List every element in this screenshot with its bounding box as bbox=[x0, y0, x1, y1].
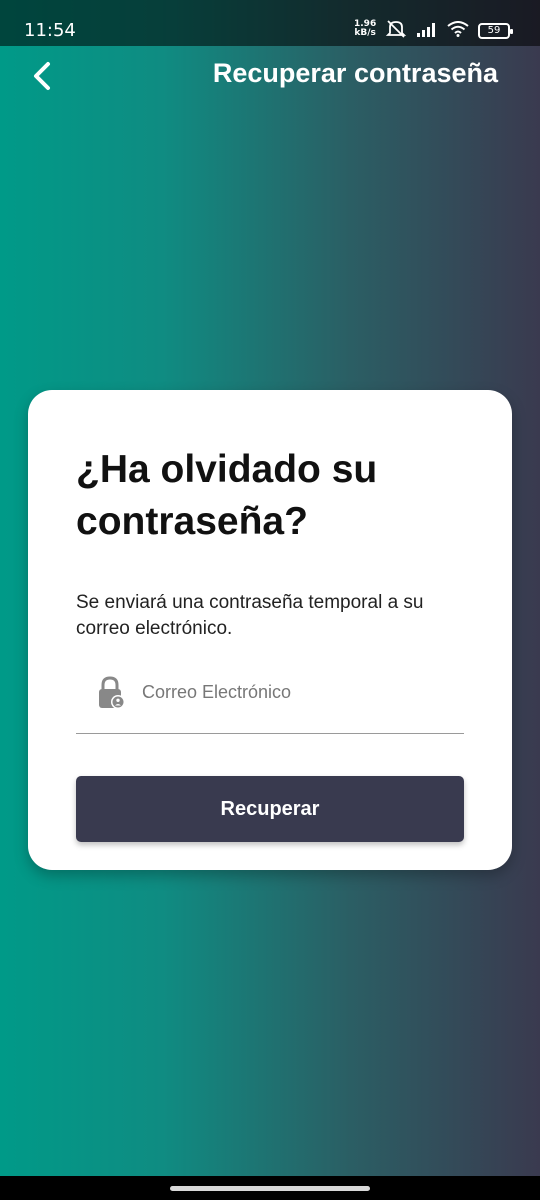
network-speed: 1.96 kB/s bbox=[354, 20, 376, 38]
back-button[interactable] bbox=[24, 58, 60, 94]
email-input[interactable] bbox=[142, 678, 442, 706]
status-icons: 59 bbox=[385, 19, 513, 44]
status-bar: 11:54 1.96 kB/s 59 bbox=[0, 0, 540, 46]
card-heading: ¿Ha olvidado su contraseña? bbox=[76, 448, 378, 543]
card-description: Se enviará una contraseña temporal a su … bbox=[76, 592, 424, 639]
page-title: Recuperar contraseña bbox=[212, 58, 498, 88]
chevron-left-icon bbox=[34, 62, 50, 90]
recover-button[interactable]: Recuperar bbox=[76, 776, 464, 842]
mute-icon bbox=[385, 19, 407, 44]
recovery-card: ¿Ha olvidado su contraseña? Se enviará u… bbox=[28, 390, 512, 870]
network-speed-unit: kB/s bbox=[354, 28, 376, 38]
lock-person-icon bbox=[99, 676, 125, 709]
signal-icon bbox=[416, 21, 438, 42]
status-time: 11:54 bbox=[24, 20, 76, 41]
battery-icon: 59 bbox=[478, 23, 513, 39]
navigation-bar bbox=[0, 1176, 540, 1200]
email-field[interactable] bbox=[76, 672, 464, 734]
wifi-icon bbox=[447, 20, 469, 42]
home-indicator[interactable] bbox=[170, 1186, 370, 1191]
